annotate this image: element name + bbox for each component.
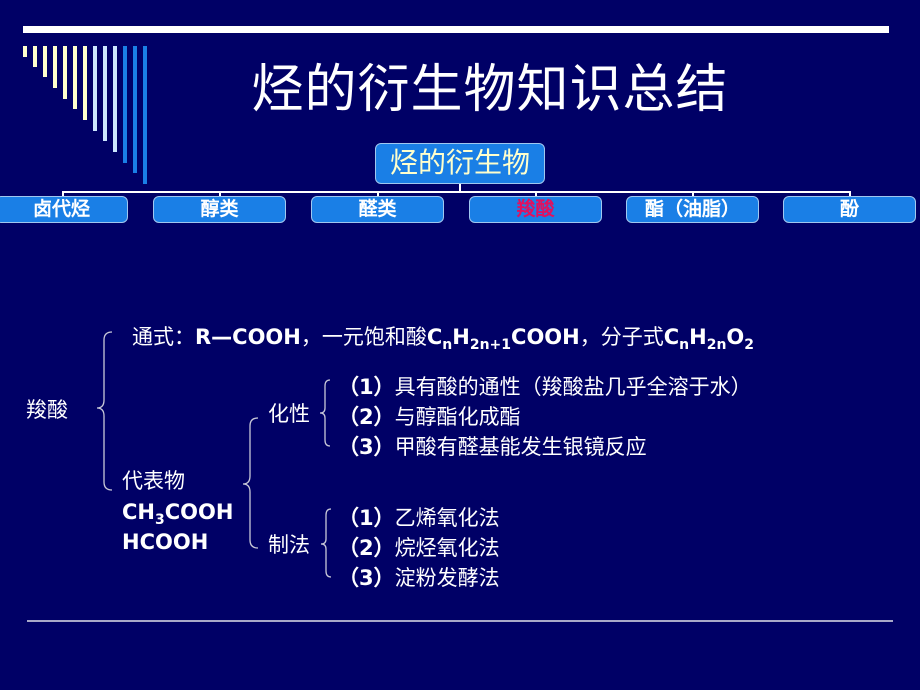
molecular-formula: CnH2nO2 [663,325,755,353]
decorative-bar [93,46,97,131]
category-phenols: 酚 [783,196,916,223]
property-item-3: （3）甲酸有醛基能发生银镜反应 [338,435,647,459]
category-alcohols: 醇类 [153,196,286,223]
preparation-item-2: （2）烷烃氧化法 [338,536,500,560]
slide-title: 烃的衍生物知识总结 [251,60,729,120]
decorative-bar [43,46,47,77]
preparation-item-1: （1）乙烯氧化法 [338,506,500,530]
category-label: 羧酸 [516,198,555,220]
category-label: 醇类 [200,198,239,220]
decorative-bar [23,46,27,57]
category-aldehydes: 醛类 [311,196,444,223]
horizontal-connector [62,191,851,193]
category-haloalkane: 卤代烃 [0,196,128,223]
decorative-bar [103,46,107,141]
decorative-bar [83,46,87,120]
property-item-1: （1）具有酸的通性（羧酸盐几乎全溶于水） [338,375,752,399]
representative-acetic-acid: CH3COOH [122,500,234,528]
root-node-box: 烃的衍生物 [375,143,545,184]
general-formula-prefix: 通式： [132,325,195,349]
brace-preparation [320,508,332,578]
decorative-bar [133,46,137,173]
top-decorative-rule [23,26,889,33]
topic-label: 羧酸 [26,398,68,422]
category-esters: 酯（油脂） [626,196,759,223]
representatives-label: 代表物 [122,469,185,493]
category-label: 卤代烃 [32,198,90,220]
decorative-bar [143,46,147,184]
brace-chemical-properties [319,379,331,447]
decorative-bar [63,46,67,99]
category-label: 醛类 [358,198,397,220]
representative-formic-acid: HCOOH [122,530,209,554]
decorative-bar [113,46,117,152]
general-formula-line: 通式：R—COOH，一元饱和酸CnH2n+1COOH，分子式CnH2nO2 [132,324,755,353]
brace-topic [96,331,113,491]
decorative-bar [73,46,77,109]
decorative-bar [53,46,57,88]
preparation-item-3: （3）淀粉发酵法 [338,566,500,590]
preparation-label: 制法 [268,533,310,557]
saturated-acid-label: ，一元饱和酸 [300,325,427,349]
property-item-2: （2）与醇酯化成酯 [338,405,521,429]
footer-rule [27,620,893,622]
chemical-properties-label: 化性 [268,402,310,426]
category-label: 酚 [839,198,859,220]
category-carboxylic-acids: 羧酸 [469,196,602,223]
saturated-acid-formula: CnH2n+1COOH [426,325,580,353]
category-label: 酯（油脂） [644,198,740,220]
general-formula: R—COOH [195,325,301,349]
molecular-formula-label: ，分子式 [579,325,664,349]
brace-representatives [242,417,259,549]
decorative-bar [33,46,37,67]
decorative-bar [123,46,127,163]
